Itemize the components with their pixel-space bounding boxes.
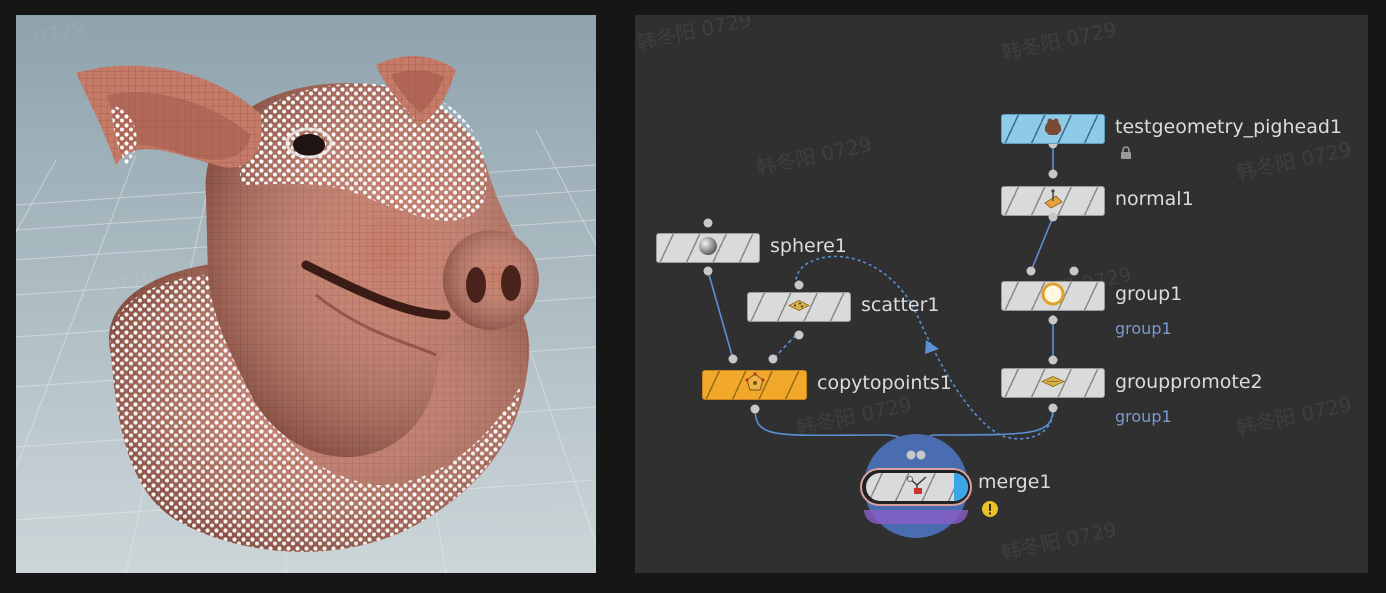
input-port[interactable]: [728, 354, 738, 364]
input-port[interactable]: [1026, 266, 1036, 276]
lock-icon: [1119, 145, 1133, 164]
node-grouppromote2[interactable]: [1001, 368, 1105, 398]
input-port[interactable]: [794, 280, 804, 290]
node-group1[interactable]: [1001, 281, 1105, 311]
input-port[interactable]: [1048, 355, 1058, 365]
scene-viewport[interactable]: 0729 0729 0729: [16, 15, 596, 573]
wire-arrow-icon: [925, 340, 939, 354]
group-promote-icon: [1040, 374, 1066, 393]
pig-head-icon: [1042, 117, 1064, 141]
node-sphere1[interactable]: [656, 233, 760, 263]
output-port[interactable]: [1048, 212, 1058, 222]
node-normal1[interactable]: [1001, 186, 1105, 216]
input-port[interactable]: [1069, 266, 1079, 276]
input-port[interactable]: [703, 218, 713, 228]
node-sublabel-group1: group1: [1115, 319, 1172, 338]
node-label-copytopoints1: copytopoints1: [817, 372, 952, 394]
warning-icon[interactable]: [981, 500, 999, 522]
node-label-normal1: normal1: [1115, 188, 1194, 210]
output-port[interactable]: [794, 330, 804, 340]
node-sublabel-grouppromote2: group1: [1115, 407, 1172, 426]
node-merge1[interactable]: [866, 473, 968, 501]
node-testgeometry-pighead1[interactable]: [1001, 114, 1105, 144]
node-label-sphere1: sphere1: [770, 235, 847, 257]
node-label-testgeometry-pighead1: testgeometry_pighead1: [1115, 116, 1342, 138]
input-port[interactable]: [916, 450, 926, 460]
output-port[interactable]: [750, 404, 760, 414]
merge-icon: [905, 474, 929, 500]
display-flag[interactable]: [954, 473, 968, 501]
input-port[interactable]: [1048, 169, 1058, 179]
input-port[interactable]: [768, 354, 778, 364]
normal-icon: [1042, 188, 1064, 214]
output-port[interactable]: [1048, 315, 1058, 325]
input-port[interactable]: [906, 450, 916, 460]
node-label-grouppromote2: grouppromote2: [1115, 371, 1263, 393]
node-scatter1[interactable]: [747, 292, 851, 322]
wire-sphere-to-copytopoints: [707, 270, 734, 360]
copy-to-points-icon: [743, 372, 767, 398]
viewport-render: 0729 0729 0729: [16, 15, 596, 573]
node-label-merge1: merge1: [978, 471, 1052, 493]
node-label-scatter1: scatter1: [861, 294, 940, 316]
group-icon: [1041, 282, 1065, 310]
node-network-editor[interactable]: 韩冬阳 0729 韩冬阳 0729 韩冬阳 0729 韩冬阳 0729 韩冬阳 …: [635, 15, 1368, 573]
node-copytopoints1[interactable]: [702, 370, 807, 400]
scatter-icon: [787, 298, 811, 317]
wire-normal-to-group: [1030, 216, 1054, 272]
output-port[interactable]: [703, 266, 713, 276]
output-port[interactable]: [1048, 403, 1058, 413]
sphere-icon: [698, 236, 718, 260]
node-label-group1: group1: [1115, 283, 1183, 305]
